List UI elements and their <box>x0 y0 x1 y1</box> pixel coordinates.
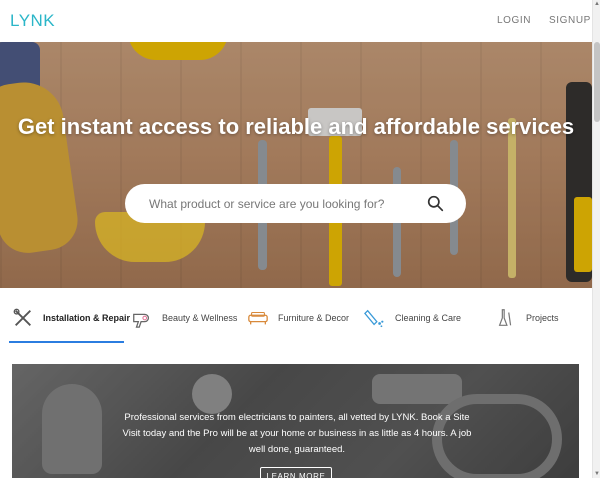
tab-label: Cleaning & Care <box>395 312 462 323</box>
tab-furniture-decor[interactable]: Furniture & Decor <box>247 290 349 345</box>
top-nav: LYNK LOGIN SIGNUP <box>0 0 592 42</box>
hero-overlay <box>0 42 592 288</box>
login-link[interactable]: LOGIN <box>497 15 531 26</box>
active-tab-indicator <box>9 341 124 343</box>
tab-projects[interactable]: Projects <box>495 290 559 345</box>
promo-banner: Professional services from electricians … <box>12 364 579 478</box>
tab-installation-repair[interactable]: Installation & Repair <box>12 290 130 345</box>
tab-label: Installation & Repair <box>43 312 131 323</box>
tab-beauty-wellness[interactable]: Beauty & Wellness <box>131 290 237 345</box>
learn-more-button[interactable]: LEARN MORE <box>260 467 332 478</box>
search-input[interactable] <box>149 194 419 214</box>
logo[interactable]: LYNK <box>10 11 55 31</box>
tab-label: Furniture & Decor <box>278 312 350 323</box>
banner-text: Professional services from electricians … <box>122 412 472 455</box>
search-icon[interactable] <box>427 195 444 212</box>
scroll-up-icon[interactable]: ▲ <box>593 0 600 8</box>
scroll-down-icon[interactable]: ▼ <box>593 470 600 478</box>
page-scrollbar[interactable]: ▲ ▼ <box>592 0 600 478</box>
tools-icon <box>13 308 31 326</box>
paint-brushes-icon <box>498 308 512 326</box>
tab-cleaning-care[interactable]: Cleaning & Care <box>364 290 461 345</box>
scroll-thumb[interactable] <box>594 42 600 122</box>
signup-link[interactable]: SIGNUP <box>549 15 591 26</box>
hair-dryer-icon <box>133 313 150 328</box>
category-tabs: Installation & Repair Beauty & Wellness … <box>0 290 592 348</box>
spray-bottle-icon <box>364 309 384 327</box>
sofa-icon <box>248 311 268 324</box>
search-bar[interactable] <box>125 184 466 223</box>
hero-title: Get instant access to reliable and affor… <box>17 114 575 139</box>
tab-label: Beauty & Wellness <box>162 312 238 323</box>
hero-banner: Get instant access to reliable and affor… <box>0 42 592 288</box>
tab-label: Projects <box>526 312 559 323</box>
